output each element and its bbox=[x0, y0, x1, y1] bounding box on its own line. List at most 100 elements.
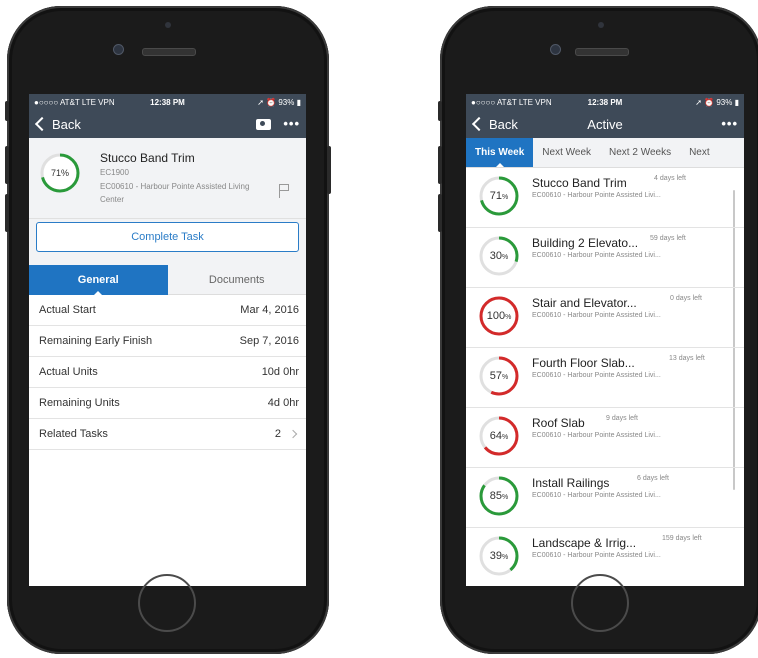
task-row[interactable]: 30% Building 2 Elevato... 59 days left EC00… bbox=[466, 228, 744, 288]
detail-list: Actual Start Mar 4, 2016 Remaining Early… bbox=[29, 295, 306, 450]
days-left: 59 days left bbox=[650, 235, 686, 242]
progress-ring: 30% bbox=[478, 235, 520, 277]
period-tabs: This Week Next Week Next 2 Weeks Next bbox=[466, 138, 744, 168]
home-button[interactable] bbox=[138, 574, 196, 632]
carrier-label: ●○○○○ AT&T LTE VPN bbox=[471, 97, 552, 107]
volume-down-button bbox=[5, 194, 9, 232]
back-button[interactable]: Back bbox=[471, 116, 518, 132]
nav-bar: Back Active ••• bbox=[466, 110, 744, 138]
progress-ring: 71% bbox=[478, 175, 520, 217]
task-name: Stair and Elevator... bbox=[532, 296, 637, 310]
task-name: Roof Slab bbox=[532, 416, 585, 430]
progress-percent: 39% bbox=[489, 550, 509, 562]
task-name: Stucco Band Trim bbox=[532, 176, 627, 190]
days-left: 9 days left bbox=[606, 415, 638, 422]
task-name: Fourth Floor Slab... bbox=[532, 356, 635, 370]
back-label: Back bbox=[489, 116, 518, 132]
front-camera bbox=[113, 44, 124, 55]
row-label: Actual Units bbox=[39, 366, 98, 378]
project-name: EC00610 - Harbour Pointe Assisted Livi..… bbox=[532, 192, 661, 199]
progress-ring: 64% bbox=[478, 415, 520, 457]
progress-percent: 85% bbox=[489, 490, 509, 502]
status-bar: ●○○○○ AT&T LTE VPN 12:38 PM ➚ ⏰ 93% ▮ bbox=[29, 94, 306, 110]
task-code: EC1900 bbox=[100, 168, 129, 177]
row-value: Sep 7, 2016 bbox=[239, 335, 299, 347]
volume-up-button bbox=[438, 146, 442, 184]
task-list: 71% Stucco Band Trim 4 days left EC00610 - … bbox=[466, 168, 744, 586]
progress-ring: 57% bbox=[478, 355, 520, 397]
status-bar: ●○○○○ AT&T LTE VPN 12:38 PM ➚ ⏰ 93% ▮ bbox=[466, 94, 744, 110]
mute-switch bbox=[5, 101, 9, 121]
row-label: Remaining Units bbox=[39, 397, 120, 409]
task-name: Building 2 Elevato... bbox=[532, 236, 639, 250]
earpiece-speaker bbox=[142, 48, 196, 56]
task-header: 71% Stucco Band Trim EC1900 EC00610 - Ha… bbox=[29, 138, 306, 219]
days-left: 159 days left bbox=[662, 535, 702, 542]
progress-ring: 85% bbox=[478, 475, 520, 517]
task-row[interactable]: 100% Stair and Elevator... 0 days left EC00… bbox=[466, 288, 744, 348]
detail-row-actual-start: Actual Start Mar 4, 2016 bbox=[29, 295, 306, 326]
days-left: 13 days left bbox=[669, 355, 705, 362]
sensor-dot bbox=[598, 22, 604, 28]
project-name: EC00610 - Harbour Pointe Assisted Livi..… bbox=[532, 252, 661, 259]
battery-label: ➚ ⏰ 93% ▮ bbox=[257, 97, 301, 107]
tab-documents[interactable]: Documents bbox=[167, 265, 306, 295]
complete-area: Complete Task bbox=[29, 219, 306, 265]
project-name: EC00610 - Harbour Pointe Assisted Livi..… bbox=[532, 432, 661, 439]
days-left: 4 days left bbox=[654, 175, 686, 182]
task-name: Install Railings bbox=[532, 476, 610, 490]
progress-ring: 100% bbox=[478, 295, 520, 337]
tab-next[interactable]: Next bbox=[680, 138, 719, 167]
task-title: Stucco Band Trim bbox=[100, 151, 195, 165]
volume-down-button bbox=[438, 194, 442, 232]
progress-percent: 100% bbox=[486, 310, 512, 322]
task-row[interactable]: 85% Install Railings 6 days left EC00610 - … bbox=[466, 468, 744, 528]
flag-icon[interactable] bbox=[279, 184, 290, 198]
battery-label: ➚ ⏰ 93% ▮ bbox=[695, 97, 739, 107]
more-menu-button[interactable]: ••• bbox=[721, 117, 738, 130]
tab-next-week[interactable]: Next Week bbox=[533, 138, 600, 167]
phone-right: ●○○○○ AT&T LTE VPN 12:38 PM ➚ ⏰ 93% ▮ Ba… bbox=[438, 6, 758, 654]
back-label: Back bbox=[52, 116, 81, 132]
power-button bbox=[327, 146, 331, 194]
row-value: 4d 0hr bbox=[267, 397, 299, 409]
front-camera bbox=[550, 44, 561, 55]
more-menu-button[interactable]: ••• bbox=[283, 117, 300, 130]
phone-left: ●○○○○ AT&T LTE VPN 12:38 PM ➚ ⏰ 93% ▮ Ba… bbox=[5, 6, 331, 654]
sensor-dot bbox=[165, 22, 171, 28]
row-value: 2 bbox=[274, 428, 281, 440]
tab-this-week[interactable]: This Week bbox=[466, 138, 534, 167]
detail-row-remaining-units: Remaining Units 4d 0hr bbox=[29, 388, 306, 419]
progress-percent: 64% bbox=[489, 430, 509, 442]
chevron-left-icon bbox=[34, 116, 50, 132]
detail-row-remaining-early-finish: Remaining Early Finish Sep 7, 2016 bbox=[29, 326, 306, 357]
status-time: 12:38 PM bbox=[587, 97, 623, 107]
detail-row-related-tasks[interactable]: Related Tasks 2 bbox=[29, 419, 306, 450]
task-row[interactable]: 71% Stucco Band Trim 4 days left EC00610 - … bbox=[466, 168, 744, 228]
row-value: 10d 0hr bbox=[261, 366, 299, 378]
progress-ring: 71% bbox=[39, 152, 81, 194]
tab-next-2-weeks[interactable]: Next 2 Weeks bbox=[600, 138, 680, 167]
back-button[interactable]: Back bbox=[34, 116, 81, 132]
complete-task-button[interactable]: Complete Task bbox=[36, 222, 299, 252]
task-row[interactable]: 57% Fourth Floor Slab... 13 days left EC006… bbox=[466, 348, 744, 408]
days-left: 6 days left bbox=[637, 475, 669, 482]
progress-percent: 57% bbox=[489, 370, 509, 382]
volume-up-button bbox=[5, 146, 9, 184]
project-name: EC00610 - Harbour Pointe Assisted Livi..… bbox=[532, 552, 661, 559]
detail-row-actual-units: Actual Units 10d 0hr bbox=[29, 357, 306, 388]
task-row[interactable]: 64% Roof Slab 9 days left EC00610 - Harbour… bbox=[466, 408, 744, 468]
tab-general[interactable]: General bbox=[29, 265, 168, 296]
task-name: Landscape & Irrig... bbox=[532, 536, 637, 550]
project-name: EC00610 - Harbour Pointe Assisted Living… bbox=[100, 182, 250, 204]
row-value: Mar 4, 2016 bbox=[240, 304, 299, 316]
days-left: 0 days left bbox=[670, 295, 702, 302]
row-label: Related Tasks bbox=[39, 428, 108, 440]
camera-icon[interactable] bbox=[256, 118, 272, 130]
status-time: 12:38 PM bbox=[150, 97, 185, 107]
nav-bar: Back ••• bbox=[29, 110, 306, 138]
earpiece-speaker bbox=[575, 48, 629, 56]
row-label: Remaining Early Finish bbox=[39, 335, 153, 347]
home-button[interactable] bbox=[571, 574, 629, 632]
chevron-left-icon bbox=[471, 116, 487, 132]
